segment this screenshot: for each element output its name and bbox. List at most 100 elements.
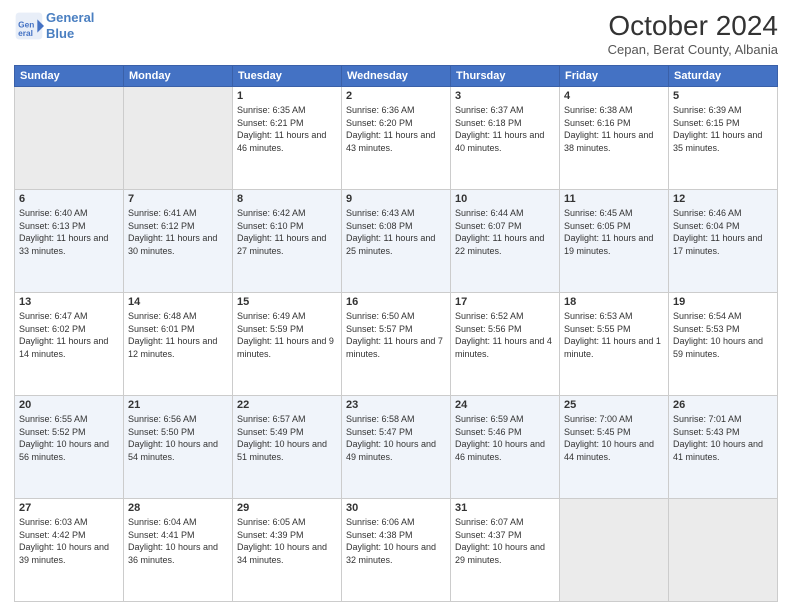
calendar-header-monday: Monday xyxy=(124,66,233,87)
day-info: Sunrise: 6:54 AM Sunset: 5:53 PM Dayligh… xyxy=(673,310,773,360)
calendar-day-cell: 10 Sunrise: 6:44 AM Sunset: 6:07 PM Dayli… xyxy=(451,190,560,293)
day-number: 31 xyxy=(455,502,555,514)
calendar-header-friday: Friday xyxy=(560,66,669,87)
day-number: 21 xyxy=(128,399,228,411)
day-number: 22 xyxy=(237,399,337,411)
day-info: Sunrise: 6:05 AM Sunset: 4:39 PM Dayligh… xyxy=(237,516,337,566)
calendar-week-row: 27 Sunrise: 6:03 AM Sunset: 4:42 PM Dayli… xyxy=(15,499,778,602)
day-info: Sunrise: 6:57 AM Sunset: 5:49 PM Dayligh… xyxy=(237,413,337,463)
day-info: Sunrise: 6:35 AM Sunset: 6:21 PM Dayligh… xyxy=(237,104,337,154)
day-info: Sunrise: 6:07 AM Sunset: 4:37 PM Dayligh… xyxy=(455,516,555,566)
calendar-day-cell: 1 Sunrise: 6:35 AM Sunset: 6:21 PM Daylig… xyxy=(233,87,342,190)
day-info: Sunrise: 6:06 AM Sunset: 4:38 PM Dayligh… xyxy=(346,516,446,566)
calendar-day-cell: 8 Sunrise: 6:42 AM Sunset: 6:10 PM Daylig… xyxy=(233,190,342,293)
calendar-day-cell: 4 Sunrise: 6:38 AM Sunset: 6:16 PM Daylig… xyxy=(560,87,669,190)
calendar-week-row: 13 Sunrise: 6:47 AM Sunset: 6:02 PM Dayli… xyxy=(15,293,778,396)
day-number: 27 xyxy=(19,502,119,514)
calendar-day-cell: 27 Sunrise: 6:03 AM Sunset: 4:42 PM Dayli… xyxy=(15,499,124,602)
day-number: 6 xyxy=(19,193,119,205)
day-number: 10 xyxy=(455,193,555,205)
calendar-day-cell: 2Sunrise: 6:36 AM Sunset: 6:20 PM Daylig… xyxy=(342,87,451,190)
calendar-day-cell: 12 Sunrise: 6:46 AM Sunset: 6:04 PM Dayli… xyxy=(669,190,778,293)
calendar-day-cell: 30 Sunrise: 6:06 AM Sunset: 4:38 PM Dayli… xyxy=(342,499,451,602)
day-number: 1 xyxy=(237,90,337,102)
header: Gen eral General Blue October 2024 Cepan… xyxy=(14,10,778,57)
calendar-day-cell: 14Sunrise: 6:48 AM Sunset: 6:01 PM Dayli… xyxy=(124,293,233,396)
calendar-header-row: SundayMondayTuesdayWednesdayThursdayFrid… xyxy=(15,66,778,87)
calendar-day-cell xyxy=(669,499,778,602)
day-info: Sunrise: 6:03 AM Sunset: 4:42 PM Dayligh… xyxy=(19,516,119,566)
calendar-day-cell: 29 Sunrise: 6:05 AM Sunset: 4:39 PM Dayli… xyxy=(233,499,342,602)
day-number: 30 xyxy=(346,502,446,514)
calendar-header-thursday: Thursday xyxy=(451,66,560,87)
logo-line1: General xyxy=(46,10,94,25)
calendar-table: SundayMondayTuesdayWednesdayThursdayFrid… xyxy=(14,65,778,602)
day-number: 25 xyxy=(564,399,664,411)
day-number: 13 xyxy=(19,296,119,308)
day-number: 8 xyxy=(237,193,337,205)
day-info: Sunrise: 6:37 AM Sunset: 6:18 PM Dayligh… xyxy=(455,104,555,154)
day-info: Sunrise: 6:49 AM Sunset: 5:59 PM Dayligh… xyxy=(237,310,337,360)
calendar-day-cell: 18Sunrise: 6:53 AM Sunset: 5:55 PM Dayli… xyxy=(560,293,669,396)
day-number: 7 xyxy=(128,193,228,205)
calendar-day-cell: 15 Sunrise: 6:49 AM Sunset: 5:59 PM Dayli… xyxy=(233,293,342,396)
day-number: 14 xyxy=(128,296,228,308)
calendar-week-row: 6 Sunrise: 6:40 AM Sunset: 6:13 PM Daylig… xyxy=(15,190,778,293)
calendar-day-cell: 7 Sunrise: 6:41 AM Sunset: 6:12 PM Daylig… xyxy=(124,190,233,293)
calendar-day-cell: 17Sunrise: 6:52 AM Sunset: 5:56 PM Dayli… xyxy=(451,293,560,396)
logo: Gen eral General Blue xyxy=(14,10,94,41)
day-info: Sunrise: 6:43 AM Sunset: 6:08 PM Dayligh… xyxy=(346,207,446,257)
day-number: 26 xyxy=(673,399,773,411)
day-info: Sunrise: 7:01 AM Sunset: 5:43 PM Dayligh… xyxy=(673,413,773,463)
day-info: Sunrise: 6:47 AM Sunset: 6:02 PM Dayligh… xyxy=(19,310,119,360)
day-info: Sunrise: 6:36 AM Sunset: 6:20 PM Dayligh… xyxy=(346,104,446,154)
day-number: 11 xyxy=(564,193,664,205)
calendar-header-tuesday: Tuesday xyxy=(233,66,342,87)
calendar-day-cell: 11Sunrise: 6:45 AM Sunset: 6:05 PM Dayli… xyxy=(560,190,669,293)
day-number: 9 xyxy=(346,193,446,205)
calendar-day-cell xyxy=(560,499,669,602)
location: Cepan, Berat County, Albania xyxy=(608,42,778,57)
day-info: Sunrise: 6:42 AM Sunset: 6:10 PM Dayligh… xyxy=(237,207,337,257)
calendar-day-cell: 5Sunrise: 6:39 AM Sunset: 6:15 PM Daylig… xyxy=(669,87,778,190)
calendar-day-cell: 16Sunrise: 6:50 AM Sunset: 5:57 PM Dayli… xyxy=(342,293,451,396)
day-number: 23 xyxy=(346,399,446,411)
calendar-day-cell: 13 Sunrise: 6:47 AM Sunset: 6:02 PM Dayli… xyxy=(15,293,124,396)
calendar-day-cell: 3 Sunrise: 6:37 AM Sunset: 6:18 PM Daylig… xyxy=(451,87,560,190)
day-number: 29 xyxy=(237,502,337,514)
calendar-day-cell: 19Sunrise: 6:54 AM Sunset: 5:53 PM Dayli… xyxy=(669,293,778,396)
day-number: 28 xyxy=(128,502,228,514)
day-number: 15 xyxy=(237,296,337,308)
logo-line2: Blue xyxy=(46,26,74,41)
page: Gen eral General Blue October 2024 Cepan… xyxy=(0,0,792,612)
day-info: Sunrise: 6:46 AM Sunset: 6:04 PM Dayligh… xyxy=(673,207,773,257)
day-number: 12 xyxy=(673,193,773,205)
day-info: Sunrise: 6:50 AM Sunset: 5:57 PM Dayligh… xyxy=(346,310,446,360)
day-info: Sunrise: 6:38 AM Sunset: 6:16 PM Dayligh… xyxy=(564,104,664,154)
day-info: Sunrise: 6:41 AM Sunset: 6:12 PM Dayligh… xyxy=(128,207,228,257)
day-info: Sunrise: 6:40 AM Sunset: 6:13 PM Dayligh… xyxy=(19,207,119,257)
day-info: Sunrise: 6:04 AM Sunset: 4:41 PM Dayligh… xyxy=(128,516,228,566)
day-info: Sunrise: 6:39 AM Sunset: 6:15 PM Dayligh… xyxy=(673,104,773,154)
day-info: Sunrise: 6:52 AM Sunset: 5:56 PM Dayligh… xyxy=(455,310,555,360)
calendar-header-saturday: Saturday xyxy=(669,66,778,87)
calendar-day-cell: 23 Sunrise: 6:58 AM Sunset: 5:47 PM Dayli… xyxy=(342,396,451,499)
day-number: 3 xyxy=(455,90,555,102)
day-info: Sunrise: 6:58 AM Sunset: 5:47 PM Dayligh… xyxy=(346,413,446,463)
calendar-day-cell: 21 Sunrise: 6:56 AM Sunset: 5:50 PM Dayli… xyxy=(124,396,233,499)
day-info: Sunrise: 6:56 AM Sunset: 5:50 PM Dayligh… xyxy=(128,413,228,463)
day-info: Sunrise: 7:00 AM Sunset: 5:45 PM Dayligh… xyxy=(564,413,664,463)
calendar-header-wednesday: Wednesday xyxy=(342,66,451,87)
day-info: Sunrise: 6:59 AM Sunset: 5:46 PM Dayligh… xyxy=(455,413,555,463)
calendar-day-cell: 31 Sunrise: 6:07 AM Sunset: 4:37 PM Dayli… xyxy=(451,499,560,602)
day-info: Sunrise: 6:44 AM Sunset: 6:07 PM Dayligh… xyxy=(455,207,555,257)
svg-text:eral: eral xyxy=(18,28,33,38)
calendar-day-cell: 9 Sunrise: 6:43 AM Sunset: 6:08 PM Daylig… xyxy=(342,190,451,293)
calendar-week-row: 20Sunrise: 6:55 AM Sunset: 5:52 PM Dayli… xyxy=(15,396,778,499)
calendar-day-cell xyxy=(15,87,124,190)
day-info: Sunrise: 6:55 AM Sunset: 5:52 PM Dayligh… xyxy=(19,413,119,463)
day-number: 4 xyxy=(564,90,664,102)
title-block: October 2024 Cepan, Berat County, Albani… xyxy=(608,10,778,57)
calendar-day-cell: 20Sunrise: 6:55 AM Sunset: 5:52 PM Dayli… xyxy=(15,396,124,499)
calendar-day-cell: 28 Sunrise: 6:04 AM Sunset: 4:41 PM Dayli… xyxy=(124,499,233,602)
